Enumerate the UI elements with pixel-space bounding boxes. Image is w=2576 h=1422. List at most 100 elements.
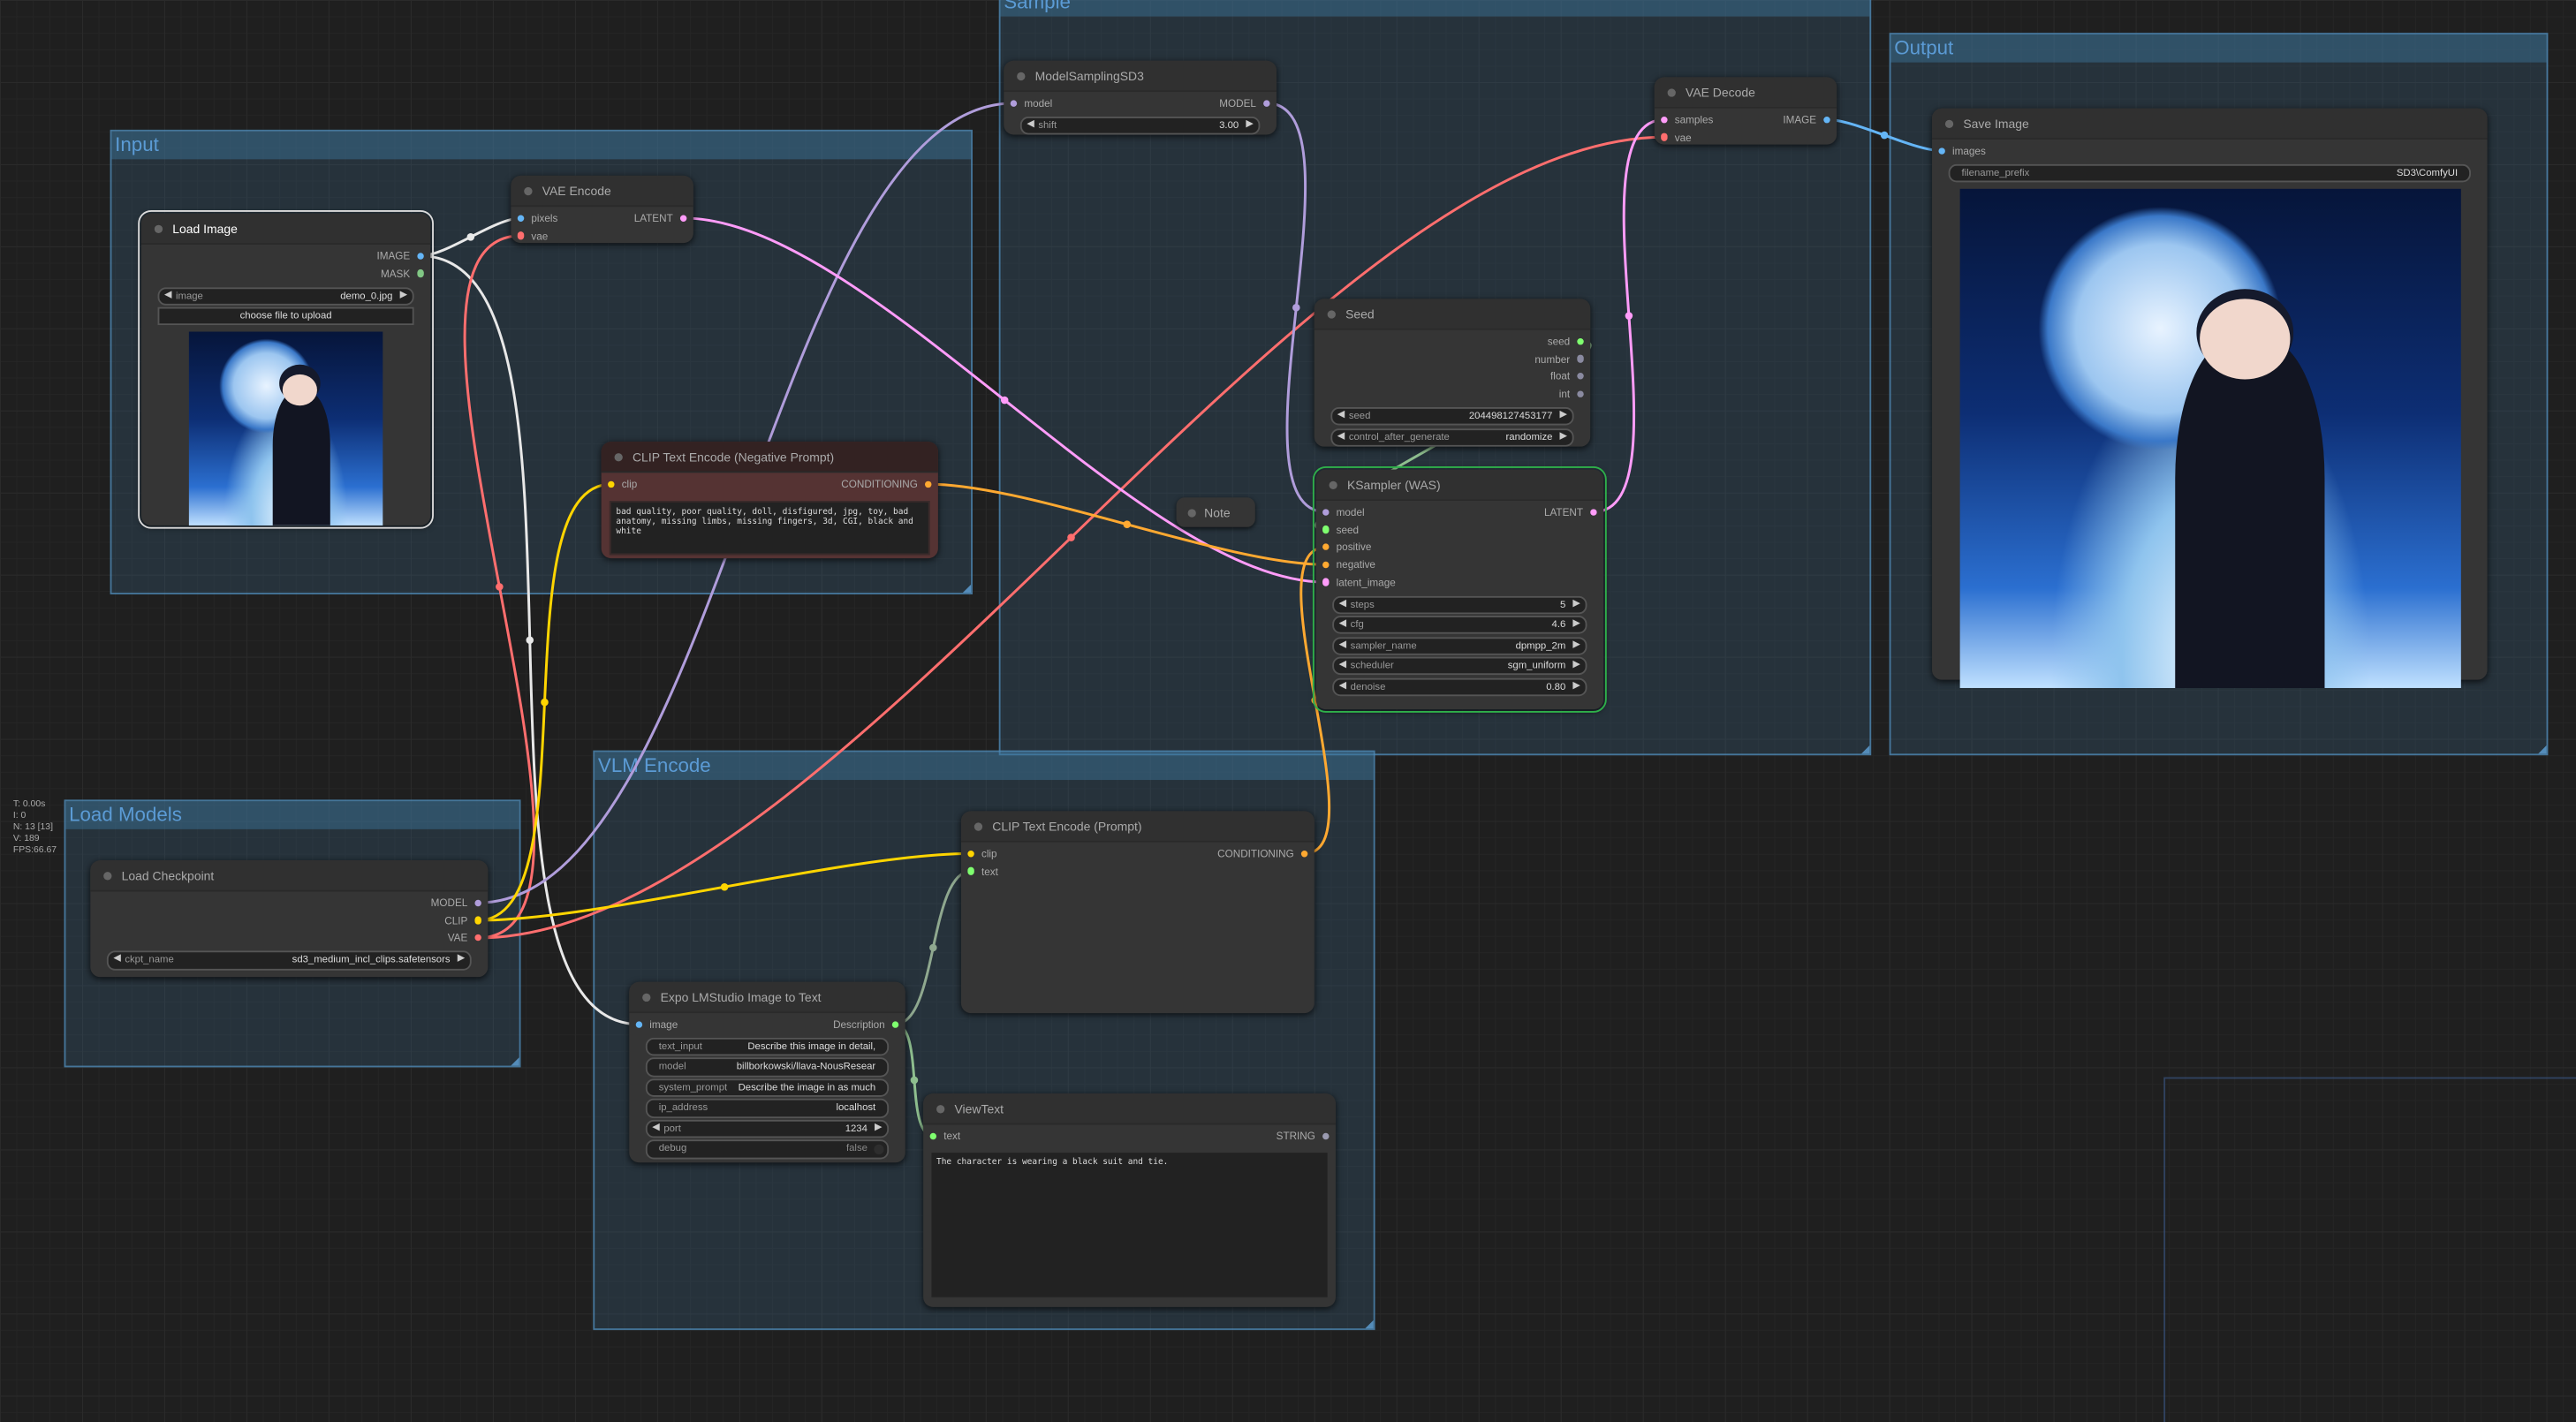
latent-socket-icon[interactable]	[679, 214, 687, 223]
conditioning-socket-icon[interactable]	[1300, 850, 1308, 858]
arrow-left-icon[interactable]: ◀	[164, 289, 172, 304]
widget-sampler-name[interactable]: ◀ sampler_name dpmpp_2m ▶	[1332, 636, 1587, 655]
clip-socket-icon[interactable]	[608, 480, 616, 488]
node-title-bar[interactable]: KSampler (WAS)	[1315, 469, 1604, 502]
output-slot-model[interactable]: MODEL	[1219, 97, 1270, 115]
widget-text-input[interactable]: text_input Describe this image in detail,	[645, 1037, 890, 1056]
widget-denoise[interactable]: ◀ denoise 0.80 ▶	[1332, 677, 1587, 696]
int-socket-icon[interactable]	[1576, 337, 1584, 345]
node-vae-decode[interactable]: VAE Decode samples IMAGE vae	[1654, 77, 1837, 145]
widget-steps[interactable]: ◀ steps 5 ▶	[1332, 595, 1587, 615]
image-socket-icon[interactable]	[1938, 147, 1946, 155]
string-socket-icon[interactable]	[1322, 1132, 1330, 1140]
arrow-right-icon[interactable]: ▶	[875, 1122, 883, 1137]
collapse-dot-icon[interactable]	[642, 992, 651, 1002]
collapse-dot-icon[interactable]	[524, 186, 533, 195]
collapse-dot-icon[interactable]	[974, 821, 983, 830]
image-socket-icon[interactable]	[517, 214, 525, 223]
arrow-right-icon[interactable]: ▶	[1572, 659, 1580, 674]
collapse-dot-icon[interactable]	[1327, 309, 1336, 318]
output-slot-latent[interactable]: LATENT	[634, 212, 687, 230]
node-graph-canvas[interactable]: Sample Output Input VLM Encode Load Models L…	[0, 0, 2576, 1422]
input-slot-image[interactable]: image	[635, 1018, 678, 1036]
input-slot-negative[interactable]: negative	[1322, 558, 1375, 576]
node-title-bar[interactable]: CLIP Text Encode (Prompt)	[960, 811, 1315, 843]
output-slot-model[interactable]: MODEL	[431, 896, 481, 914]
widget-system-prompt[interactable]: system_prompt Describe the image in as mu…	[645, 1078, 890, 1098]
text-area[interactable]: bad quality, poor quality, doll, disfigu…	[609, 500, 930, 555]
arrow-left-icon[interactable]: ◀	[1337, 409, 1345, 424]
widget-ip-address[interactable]: ip_address localhost	[645, 1099, 890, 1118]
input-slot-vae[interactable]: vae	[517, 230, 548, 247]
node-vae-encode[interactable]: VAE Encode pixels LATENT vae	[511, 175, 693, 244]
model-socket-icon[interactable]	[1262, 99, 1270, 107]
input-slot-pixels[interactable]: pixels	[517, 212, 557, 230]
model-socket-icon[interactable]	[1010, 99, 1018, 107]
arrow-right-icon[interactable]: ▶	[1572, 679, 1580, 694]
output-slot-clip[interactable]: CLIP	[444, 914, 481, 932]
link-center-handle[interactable]	[541, 698, 549, 707]
widget-seed[interactable]: ◀ seed 204498127453177 ▶	[1330, 407, 1574, 426]
toggle-knob[interactable]	[873, 1144, 884, 1155]
output-slot-number[interactable]: number	[1534, 352, 1584, 370]
arrow-right-icon[interactable]: ▶	[1572, 597, 1580, 612]
input-slot-clip[interactable]: clip	[608, 478, 637, 495]
arrow-left-icon[interactable]: ◀	[1339, 679, 1347, 694]
node-title-bar[interactable]: CLIP Text Encode (Negative Prompt)	[601, 442, 938, 473]
vae-socket-icon[interactable]	[517, 231, 525, 239]
node-clip-neg[interactable]: CLIP Text Encode (Negative Prompt) clip CO…	[601, 442, 938, 559]
resize-handle[interactable]	[962, 584, 972, 594]
upload-button[interactable]: choose file to upload	[157, 306, 414, 326]
input-slot-positive[interactable]: positive	[1322, 541, 1371, 558]
widget-scheduler[interactable]: ◀ scheduler sgm_uniform ▶	[1332, 656, 1587, 676]
resize-handle[interactable]	[1861, 745, 1870, 754]
arrow-left-icon[interactable]: ◀	[113, 953, 121, 968]
collapse-dot-icon[interactable]	[1667, 87, 1676, 96]
mask-socket-icon[interactable]	[416, 269, 424, 277]
collapse-dot-icon[interactable]	[1944, 118, 1954, 128]
widget-cfg[interactable]: ◀ cfg 4.6 ▶	[1332, 616, 1587, 635]
node-view-text[interactable]: ViewText text STRING The character is weari…	[923, 1093, 1336, 1307]
node-title-bar[interactable]: VAE Encode	[511, 175, 693, 208]
link-center-handle[interactable]	[1880, 131, 1889, 140]
input-slot-model[interactable]: model	[1010, 97, 1052, 115]
resize-handle[interactable]	[511, 1057, 519, 1066]
collapse-dot-icon[interactable]	[614, 452, 623, 461]
output-slot-image[interactable]: IMAGE	[1783, 113, 1830, 131]
node-ksampler[interactable]: KSampler (WAS) model LATENT seed positive neg…	[1312, 465, 1607, 713]
widget-model[interactable]: model billborkowski/llava-NousResear	[645, 1058, 890, 1077]
int-socket-icon[interactable]	[967, 867, 975, 875]
output-slot-image[interactable]: IMAGE	[376, 250, 424, 268]
link-center-handle[interactable]	[526, 636, 534, 644]
conditioning-socket-icon[interactable]	[1322, 543, 1330, 551]
vae-socket-icon[interactable]	[474, 934, 481, 942]
node-load-ckpt[interactable]: Load Checkpoint MODEL CLIP VAE ◀ ckpt_name sd3…	[90, 860, 489, 978]
conditioning-socket-icon[interactable]	[1322, 561, 1330, 569]
arrow-left-icon[interactable]: ◀	[1339, 659, 1347, 674]
arrow-left-icon[interactable]: ◀	[1027, 118, 1034, 133]
output-slot-float[interactable]: float	[1550, 370, 1584, 388]
widget-filename-prefix[interactable]: filename_prefix SD3\ComfyUI	[1948, 163, 2471, 183]
widget-ckpt-name[interactable]: ◀ ckpt_name sd3_medium_incl_clips.safetens…	[106, 951, 472, 970]
output-slot-conditioning[interactable]: CONDITIONING	[841, 478, 932, 495]
output-slot-int[interactable]: int	[1559, 388, 1584, 405]
arrow-left-icon[interactable]: ◀	[1339, 597, 1347, 612]
widget-shift[interactable]: ◀ shift 3.00 ▶	[1019, 116, 1261, 135]
input-slot-text[interactable]: text	[967, 865, 998, 882]
arrow-right-icon[interactable]: ▶	[1246, 118, 1254, 133]
node-title-bar[interactable]: Seed	[1314, 299, 1591, 330]
model-socket-icon[interactable]	[1322, 508, 1330, 516]
int-socket-icon[interactable]	[929, 1132, 937, 1140]
model-socket-icon[interactable]	[474, 899, 481, 907]
group-header[interactable]: Input	[111, 131, 972, 160]
output-slot-string[interactable]: STRING	[1277, 1130, 1330, 1147]
input-slot-latent_image[interactable]: latent_image	[1322, 576, 1396, 594]
input-slot-seed[interactable]: seed	[1322, 523, 1359, 541]
widget-port[interactable]: ◀ port 1234 ▶	[645, 1119, 890, 1138]
node-title-bar[interactable]: Load Image	[140, 213, 431, 246]
arrow-left-icon[interactable]: ◀	[1337, 429, 1345, 444]
collapse-dot-icon[interactable]	[103, 871, 112, 880]
output-slot-seed[interactable]: seed	[1548, 335, 1584, 352]
resize-handle[interactable]	[1365, 1320, 1374, 1329]
widget-control-after-generate[interactable]: ◀ control_after_generate randomize ▶	[1330, 427, 1574, 447]
